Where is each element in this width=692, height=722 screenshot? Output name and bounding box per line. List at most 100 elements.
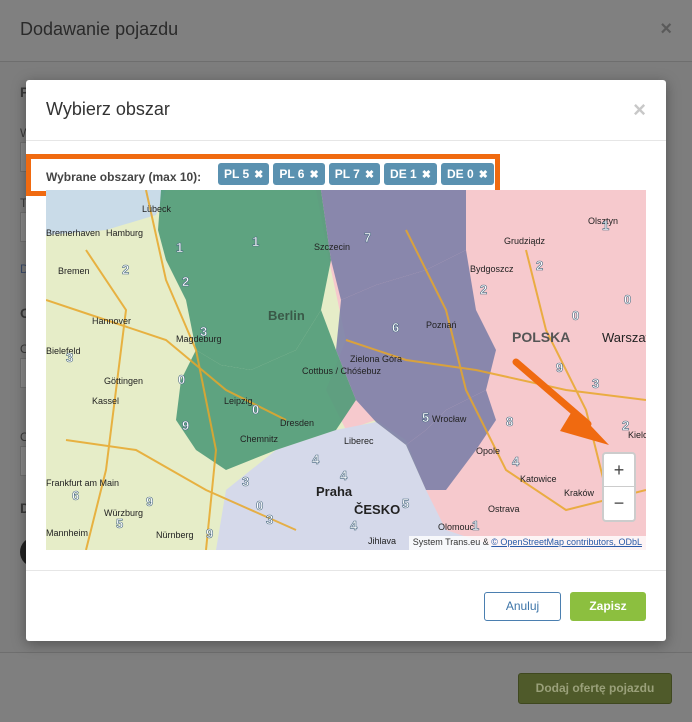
region-number: 1 <box>176 240 183 255</box>
region-number: 4 <box>512 454 520 469</box>
background-dialog-header: Dodawanie pojazdu × <box>0 0 692 62</box>
map-canvas[interactable]: Lübeck Hamburg Bremerhaven Bremen Hannov… <box>46 190 646 550</box>
selected-areas-chips: PL 5 ✖ PL 6 ✖ PL 7 ✖ DE 1 ✖ DE 0 ✖ <box>218 163 494 185</box>
city-label: Leipzig <box>224 396 253 406</box>
chip-label: DE 0 <box>446 167 474 181</box>
city-label: Nürnberg <box>156 530 194 540</box>
region-number: 4 <box>350 518 358 533</box>
chip-label: PL 5 <box>224 167 250 181</box>
region-number: 0 <box>256 498 263 513</box>
zoom-in-button[interactable]: + <box>604 454 634 487</box>
region-number: 0 <box>178 372 185 387</box>
city-label: Ostrava <box>488 504 520 514</box>
city-label: Frankfurt am Main <box>46 478 119 488</box>
city-label: Bremen <box>58 266 90 276</box>
city-label: Göttingen <box>104 376 143 386</box>
remove-icon[interactable]: ✖ <box>254 168 263 181</box>
remove-icon[interactable]: ✖ <box>309 168 318 181</box>
region-number: 2 <box>480 282 487 297</box>
city-label: Opole <box>476 446 500 456</box>
region-number: 2 <box>536 258 543 273</box>
area-chip[interactable]: DE 0 ✖ <box>440 163 494 185</box>
city-label: POLSKA <box>512 329 570 345</box>
region-number: 6 <box>392 320 399 335</box>
selected-areas-label: Wybrane obszary (max 10): <box>46 170 202 184</box>
region-number: 3 <box>266 512 273 527</box>
city-label: Berlin <box>268 308 305 323</box>
area-chip[interactable]: PL 5 ✖ <box>218 163 270 185</box>
region-number: 5 <box>402 496 409 511</box>
region-number: 3 <box>66 350 73 365</box>
city-label: Würzburg <box>104 508 143 518</box>
city-label: Warszawa <box>602 330 646 345</box>
zoom-out-button[interactable]: − <box>604 487 634 520</box>
close-icon[interactable]: × <box>633 97 646 123</box>
city-label: Lübeck <box>142 204 172 214</box>
region-number: 1 <box>602 218 609 233</box>
area-chip[interactable]: DE 1 ✖ <box>384 163 437 185</box>
remove-icon[interactable]: ✖ <box>422 168 431 181</box>
area-chip[interactable]: PL 7 ✖ <box>328 163 381 185</box>
region-number: 8 <box>506 414 513 429</box>
city-label: Kassel <box>92 396 119 406</box>
region-number: 9 <box>556 360 563 375</box>
chip-label: PL 6 <box>279 167 305 181</box>
modal-title: Wybierz obszar <box>46 99 170 119</box>
region-number: 1 <box>252 234 259 249</box>
city-label: Szczecin <box>314 242 350 252</box>
attribution-text: System Trans.eu & <box>412 537 492 547</box>
select-area-modal: Wybierz obszar × Wybrane obszary (max 10… <box>26 80 666 641</box>
modal-footer: Anuluj Zapisz <box>26 570 666 641</box>
city-label: Mannheim <box>46 528 88 538</box>
city-label: Katowice <box>520 474 557 484</box>
zoom-control: + − <box>602 452 636 522</box>
city-label: Jihlava <box>368 536 396 546</box>
city-label: Hannover <box>92 316 131 326</box>
region-number: 4 <box>340 468 348 483</box>
region-number: 5 <box>116 516 123 531</box>
region-number: 5 <box>422 410 429 425</box>
city-label: Kraków <box>564 488 595 498</box>
background-close-icon: × <box>660 18 672 40</box>
city-label: Zielona Góra <box>350 354 402 364</box>
city-label: Dresden <box>280 418 314 428</box>
city-label: Kielce <box>628 430 646 440</box>
remove-icon[interactable]: ✖ <box>479 168 488 181</box>
chip-label: DE 1 <box>390 167 417 181</box>
city-label: Grudziądz <box>504 236 546 246</box>
region-number: 6 <box>72 488 79 503</box>
city-label: ČESKO <box>354 502 400 517</box>
region-number: 4 <box>312 452 320 467</box>
region-number: 3 <box>242 474 249 489</box>
region-number: 9 <box>146 494 153 509</box>
city-label: Olomouc <box>438 522 475 532</box>
region-number: 3 <box>592 376 599 391</box>
city-label: Bielefeld <box>46 346 81 356</box>
area-chip[interactable]: PL 6 ✖ <box>273 163 325 185</box>
modal-header: Wybierz obszar × <box>26 80 666 141</box>
city-label: Liberec <box>344 436 374 446</box>
save-button[interactable]: Zapisz <box>570 592 646 621</box>
background-dialog-footer: Dodaj ofertę pojazdu <box>0 652 692 722</box>
background-dialog-title: Dodawanie pojazdu <box>20 19 179 39</box>
city-label: Magdeburg <box>176 334 222 344</box>
region-number: 0 <box>572 308 579 323</box>
region-number: 2 <box>622 418 629 433</box>
cancel-button[interactable]: Anuluj <box>484 592 561 621</box>
chip-label: PL 7 <box>334 167 360 181</box>
region-number: 9 <box>206 526 213 541</box>
area-map[interactable]: Lübeck Hamburg Bremerhaven Bremen Hannov… <box>46 190 646 550</box>
remove-icon[interactable]: ✖ <box>365 168 374 181</box>
region-number: 2 <box>122 262 129 277</box>
city-label: Praha <box>316 484 353 499</box>
region-number: 0 <box>252 402 259 417</box>
region-number: 7 <box>364 230 371 245</box>
city-label: Chemnitz <box>240 434 279 444</box>
city-label: Bremerhaven <box>46 228 100 238</box>
city-label: Wrocław <box>432 414 467 424</box>
city-label: Cottbus / Chóśebuz <box>302 366 382 376</box>
region-number: 1 <box>472 518 479 533</box>
region-number: 2 <box>182 274 189 289</box>
attribution-link[interactable]: © OpenStreetMap contributors, ODbL <box>491 537 642 547</box>
region-number: 0 <box>624 292 631 307</box>
